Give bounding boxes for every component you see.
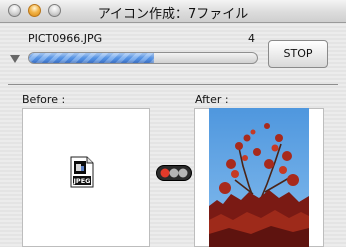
progress-fill: [29, 53, 155, 63]
progress-arrows-icon: [156, 165, 192, 181]
app-window: アイコン作成：7ファイル PICT0966.JPG 4 STOP Before …: [0, 0, 346, 247]
jpeg-file-icon: JPEG: [70, 156, 94, 188]
current-filename: PICT0966.JPG: [28, 32, 103, 45]
disclosure-triangle-icon[interactable]: [10, 55, 20, 63]
file-count: 4: [248, 32, 255, 45]
progress-bar: [28, 52, 258, 64]
title-bar[interactable]: アイコン作成：7ファイル: [0, 0, 346, 23]
window-title: アイコン作成：7ファイル: [97, 7, 249, 22]
autumn-maple-tree-photo: [209, 108, 309, 247]
jpeg-badge-text: JPEG: [73, 177, 91, 185]
before-label: Before :: [22, 93, 66, 106]
divider: [8, 84, 338, 85]
stop-button[interactable]: STOP: [268, 40, 328, 68]
after-label: After :: [195, 93, 229, 106]
